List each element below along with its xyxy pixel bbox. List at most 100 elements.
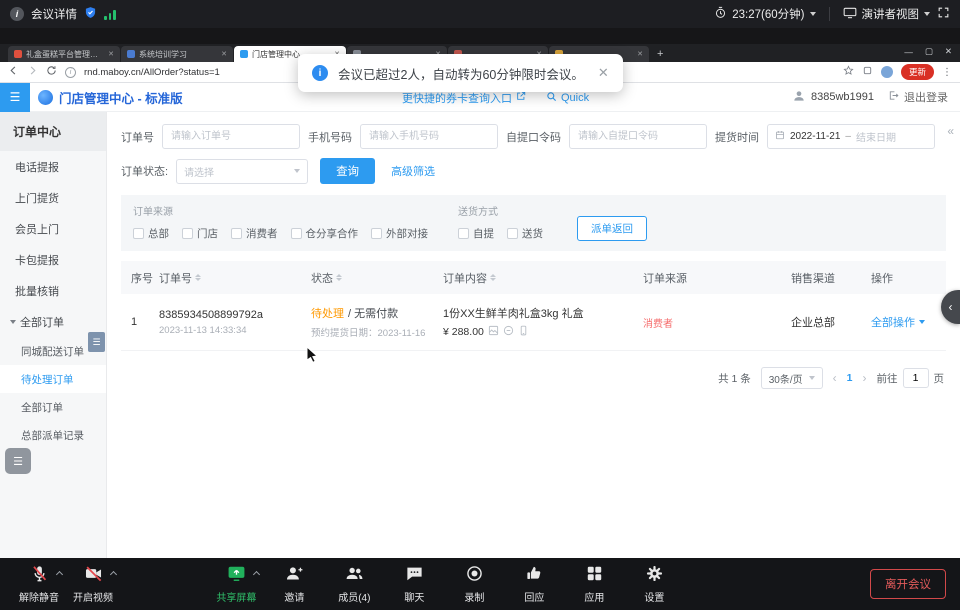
forward-icon[interactable] bbox=[27, 63, 38, 81]
security-shield-icon[interactable] bbox=[84, 6, 97, 22]
current-page[interactable]: 1 bbox=[847, 372, 853, 384]
tab-title: 礼盒蛋糕平台管理中心 bbox=[26, 49, 104, 60]
meeting-details-label[interactable]: 会议详情 bbox=[31, 6, 77, 22]
phone-input[interactable] bbox=[360, 124, 498, 149]
tab-close-icon[interactable]: ✕ bbox=[108, 50, 114, 58]
fullscreen-icon[interactable] bbox=[937, 6, 950, 22]
invite-icon bbox=[285, 564, 304, 586]
browser-update-button[interactable]: 更新 bbox=[901, 64, 934, 80]
checkbox-icon bbox=[182, 228, 193, 239]
order-source-value: 消费者 bbox=[643, 315, 785, 330]
start-video-button[interactable]: 开启视频 bbox=[68, 564, 118, 604]
logo-text: 门店管理中心 - 标准版 bbox=[59, 88, 183, 107]
share-screen-button[interactable]: 共享屏幕 bbox=[211, 564, 261, 604]
new-tab-button[interactable]: + bbox=[657, 48, 663, 60]
collapse-panel-icon[interactable]: « bbox=[947, 124, 952, 138]
window-maximize-icon[interactable]: ▢ bbox=[925, 46, 933, 57]
extensions-icon[interactable] bbox=[862, 63, 873, 81]
view-mode-selector[interactable]: 演讲者视图 bbox=[843, 6, 931, 22]
meeting-timer[interactable]: 23:27(60分钟) bbox=[714, 6, 815, 22]
meeting-toast: i 会议已超过2人，自动转为60分钟限时会议。 ✕ bbox=[298, 54, 623, 92]
control-label: 录制 bbox=[464, 589, 484, 604]
bookmark-star-icon[interactable] bbox=[843, 63, 854, 81]
settings-button[interactable]: 设置 bbox=[629, 564, 679, 604]
device-icon[interactable] bbox=[518, 325, 529, 339]
checkbox-source-external[interactable]: 外部对接 bbox=[371, 226, 428, 241]
account-menu[interactable]: 8385wb1991 bbox=[792, 89, 874, 106]
browser-profile-avatar[interactable] bbox=[881, 66, 893, 78]
refresh-icon[interactable] bbox=[46, 63, 57, 81]
sidebar-item-pickup[interactable]: 上门提货 bbox=[0, 182, 106, 213]
search-button[interactable]: 查询 bbox=[320, 158, 375, 184]
next-page-icon[interactable]: › bbox=[863, 371, 867, 385]
shared-screen: 礼盒蛋糕平台管理中心 ✕ 系统培训学习 ✕ 门店管理中心 ✕ ✕ ✕ ✕ bbox=[0, 28, 960, 558]
checkbox-source-hq[interactable]: 总部 bbox=[133, 226, 169, 241]
back-icon[interactable] bbox=[8, 63, 19, 81]
timer-icon bbox=[714, 6, 727, 22]
checkbox-source-warehouse-coop[interactable]: 仓分享合作 bbox=[291, 226, 359, 241]
sidebar-item-pending-orders[interactable]: 待处理订单 bbox=[0, 365, 106, 393]
tab-close-icon[interactable]: ✕ bbox=[637, 50, 643, 58]
browser-tab[interactable]: 礼盒蛋糕平台管理中心 ✕ bbox=[8, 46, 120, 62]
meeting-topbar: i 会议详情 23:27(60分钟) 演讲者视图 bbox=[0, 0, 960, 28]
sidebar-drag-handle[interactable]: ☰ bbox=[88, 332, 105, 352]
browser-tab[interactable]: 系统培训学习 ✕ bbox=[121, 46, 233, 62]
window-close-icon[interactable]: ✕ bbox=[945, 46, 952, 57]
checkbox-delivery-deliver[interactable]: 送货 bbox=[507, 226, 543, 241]
unmute-button[interactable]: 解除静音 bbox=[14, 564, 64, 604]
browser-menu-icon[interactable]: ⋮ bbox=[942, 67, 952, 78]
checkbox-label: 消费者 bbox=[246, 226, 278, 241]
sidebar-item-member-visit[interactable]: 会员上门 bbox=[0, 213, 106, 244]
apps-button[interactable]: 应用 bbox=[569, 564, 619, 604]
prev-page-icon[interactable]: ‹ bbox=[833, 371, 837, 385]
logout-text: 退出登录 bbox=[904, 89, 948, 105]
site-info-icon[interactable]: i bbox=[65, 67, 76, 78]
order-status-select[interactable]: 请选择 bbox=[176, 159, 308, 184]
checkbox-source-consumer[interactable]: 消费者 bbox=[231, 226, 278, 241]
tab-close-icon[interactable]: ✕ bbox=[221, 50, 227, 58]
pickup-code-input[interactable] bbox=[569, 124, 707, 149]
table-row: 1 8385934508899792a 2023-11-13 14:33:34 … bbox=[121, 294, 946, 351]
goto-prefix: 前往 bbox=[877, 371, 898, 386]
checkbox-source-store[interactable]: 门店 bbox=[182, 226, 218, 241]
page-size-select[interactable]: 30条/页 bbox=[761, 367, 823, 389]
quick-search-link[interactable]: Quick bbox=[546, 91, 589, 105]
floating-menu-button[interactable]: ☰ bbox=[5, 448, 31, 474]
miniapp-icon[interactable] bbox=[503, 325, 514, 339]
sort-icon[interactable] bbox=[195, 274, 201, 281]
row-actions-dropdown[interactable]: 全部操作 bbox=[871, 314, 935, 330]
dispatch-return-button[interactable]: 派单返回 bbox=[577, 216, 647, 241]
sidebar-item-phone-report[interactable]: 电话提报 bbox=[0, 151, 106, 182]
header-actions: 操作 bbox=[871, 270, 941, 286]
checkbox-label: 仓分享合作 bbox=[306, 226, 359, 241]
members-button[interactable]: 成员(4) bbox=[329, 564, 379, 604]
view-mode-text: 演讲者视图 bbox=[862, 6, 920, 22]
sidebar-item-all-orders[interactable]: 全部订单 bbox=[0, 393, 106, 421]
network-signal-icon bbox=[104, 9, 116, 20]
row-index: 1 bbox=[131, 316, 153, 328]
reactions-button[interactable]: 回应 bbox=[509, 564, 559, 604]
date-range-picker[interactable]: 2022-11-21 – 结束日期 bbox=[767, 124, 935, 149]
sidebar-item-hq-dispatch-records[interactable]: 总部派单记录 bbox=[0, 421, 106, 449]
meeting-info-icon[interactable]: i bbox=[10, 7, 24, 21]
chat-button[interactable]: 聊天 bbox=[389, 564, 439, 604]
sidebar-item-card-report[interactable]: 卡包提报 bbox=[0, 244, 106, 275]
sort-icon[interactable] bbox=[490, 274, 496, 281]
goto-page-input[interactable] bbox=[903, 368, 929, 388]
app-menu-button[interactable]: ☰ bbox=[0, 83, 30, 112]
logout-button[interactable]: 退出登录 bbox=[888, 89, 948, 105]
control-label: 设置 bbox=[644, 589, 664, 604]
sidebar-item-batch-verify[interactable]: 批量核销 bbox=[0, 275, 106, 306]
checkbox-delivery-selfpickup[interactable]: 自提 bbox=[458, 226, 494, 241]
order-no-input[interactable] bbox=[162, 124, 300, 149]
window-minimize-icon[interactable]: — bbox=[904, 47, 913, 57]
invite-button[interactable]: 邀请 bbox=[269, 564, 319, 604]
sort-icon[interactable] bbox=[336, 274, 342, 281]
goto-suffix: 页 bbox=[934, 371, 945, 386]
image-icon[interactable] bbox=[488, 325, 499, 339]
toast-close-icon[interactable]: ✕ bbox=[598, 65, 609, 81]
leave-meeting-button[interactable]: 离开会议 bbox=[870, 569, 946, 599]
advanced-filter-link[interactable]: 高级筛选 bbox=[391, 163, 435, 179]
record-button[interactable]: 录制 bbox=[449, 564, 499, 604]
date-dash: – bbox=[845, 131, 851, 142]
